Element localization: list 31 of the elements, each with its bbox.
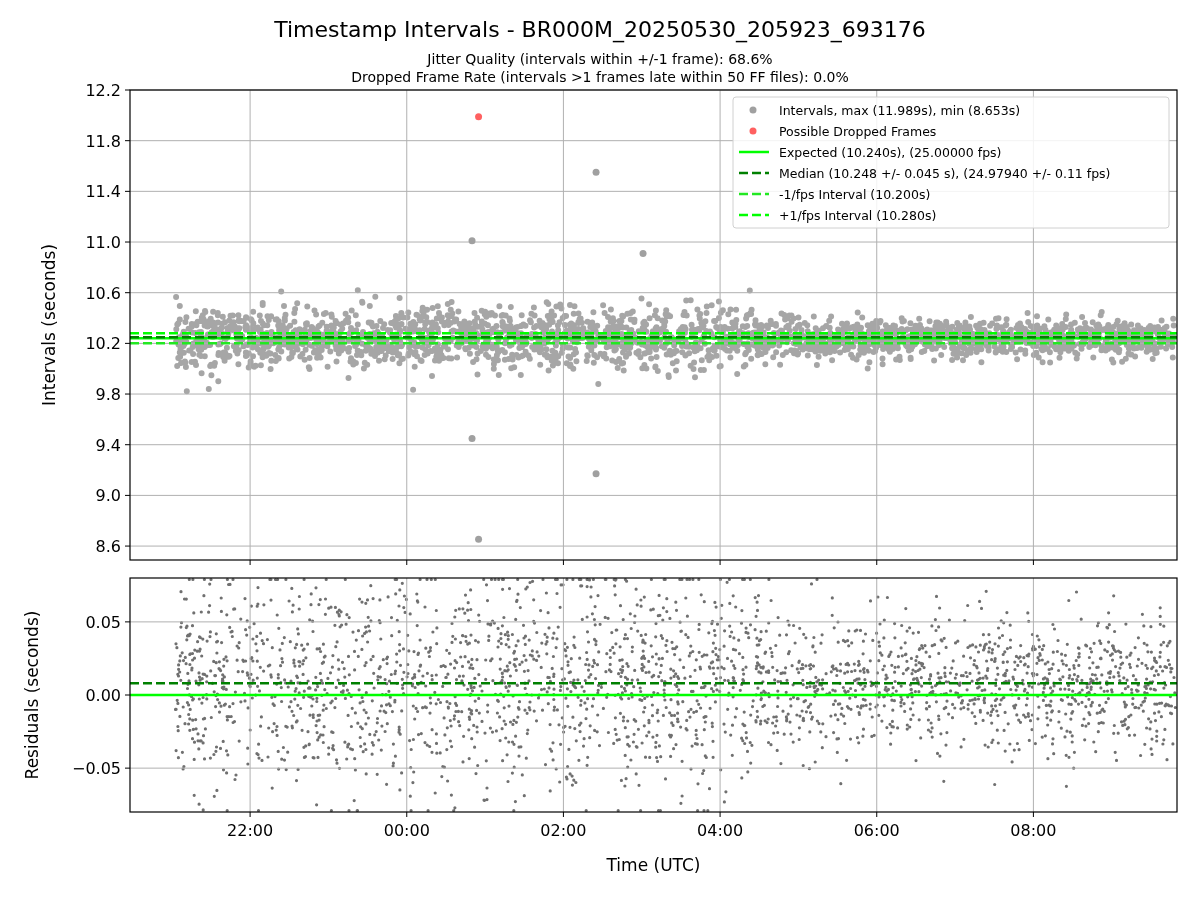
- tick-label: 0.05: [85, 612, 121, 632]
- legend-label: Median (10.248 +/- 0.045 s), (24.97940 +/- 0.11 fps): [779, 165, 1111, 181]
- tick-label: 04:00: [697, 821, 744, 840]
- tick-label: 00:00: [383, 821, 430, 840]
- tick-label: 11.8: [85, 131, 121, 151]
- tick-label: 11.4: [85, 182, 121, 202]
- tick-label: 06:00: [853, 821, 900, 840]
- legend-label: -1/fps Interval (10.200s): [779, 186, 931, 202]
- chart-subtitle: Dropped Frame Rate (intervals >1 frames late within 50 FF files): 0.0%: [351, 69, 849, 85]
- tick-label: −0.05: [71, 759, 121, 779]
- axis-label: Intervals (seconds): [39, 243, 59, 407]
- legend-label: Expected (10.240s), (25.00000 fps): [779, 144, 1002, 160]
- tick-label: 08:00: [1010, 821, 1057, 840]
- tick-label: 22:00: [227, 821, 274, 840]
- axis-label: Time (UTC): [606, 855, 701, 875]
- legend-label: +1/fps Interval (10.280s): [779, 207, 937, 223]
- tick-label: 12.2: [85, 81, 121, 100]
- tick-label: 11.0: [85, 233, 121, 252]
- tick-label: 9.0: [95, 486, 121, 506]
- chart-subtitle: Jitter Quality (intervals within +/-1 frame): 68.6%: [427, 51, 773, 67]
- tick-label: 9.4: [95, 435, 121, 455]
- legend-label: Intervals, max (11.989s), min (8.653s): [779, 102, 1021, 118]
- tick-label: 10.6: [85, 283, 121, 303]
- tick-label: 02:00: [540, 821, 587, 840]
- legend-label: Possible Dropped Frames: [779, 123, 937, 139]
- chart-title: Timestamp Intervals - BR000M_20250530_205923_693176: [274, 17, 926, 42]
- tick-label: 9.8: [95, 385, 121, 405]
- tick-label: 0.00: [85, 686, 121, 705]
- axis-label: Residuals (seconds): [22, 610, 42, 780]
- tick-label: 10.2: [85, 334, 121, 354]
- tick-label: 8.6: [95, 537, 121, 557]
